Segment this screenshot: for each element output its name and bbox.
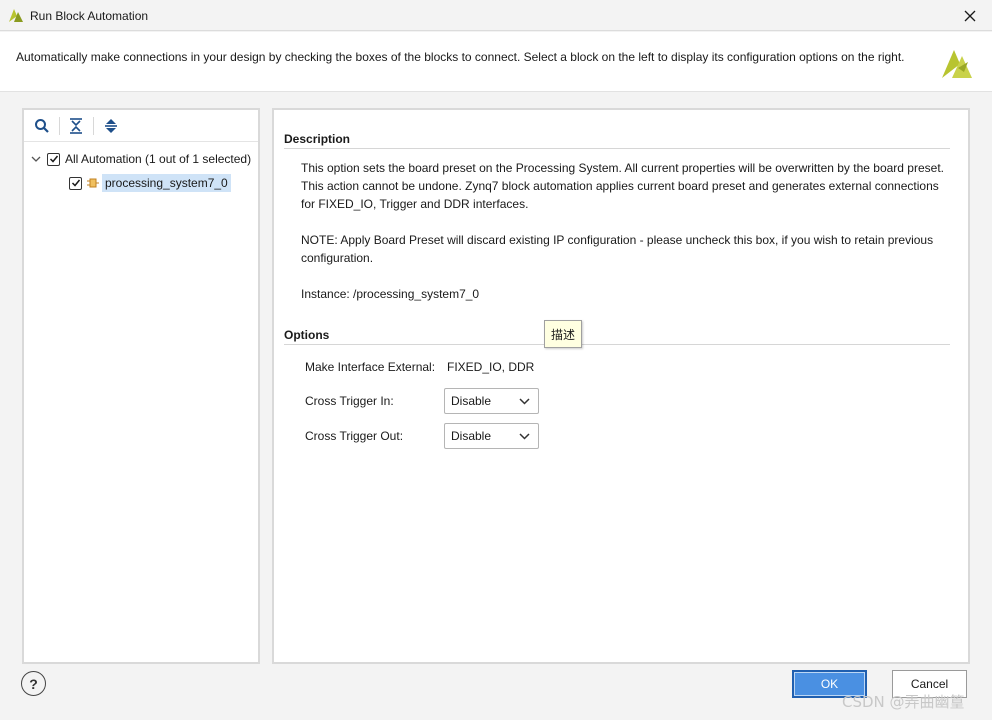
- collapse-all-button[interactable]: [66, 116, 86, 136]
- chevron-down-icon: [519, 433, 530, 440]
- dialog-footer: ? OK Cancel CSDN @弄曲幽篁: [0, 670, 992, 720]
- search-icon: [35, 119, 49, 133]
- chevron-down-icon[interactable]: [30, 153, 42, 165]
- expand-all-button[interactable]: [101, 116, 121, 136]
- close-button[interactable]: [948, 0, 992, 31]
- expand-all-icon: [105, 119, 117, 133]
- instructions-text: Automatically make connections in your d…: [16, 50, 905, 64]
- xilinx-logo-icon: [940, 46, 974, 80]
- cross-trigger-in-select[interactable]: Disable: [444, 388, 539, 414]
- watermark-text: CSDN @弄曲幽篁: [842, 693, 965, 711]
- make-interface-external-label: Make Interface External:: [305, 360, 436, 374]
- toolbar-divider: [59, 117, 60, 135]
- section-divider: [284, 344, 950, 345]
- close-icon: [964, 10, 976, 21]
- section-divider: [284, 148, 950, 149]
- processing-system-label[interactable]: processing_system7_0: [102, 174, 231, 192]
- search-button[interactable]: [32, 116, 52, 136]
- tree-toolbar: [24, 110, 258, 142]
- tooltip: 描述: [544, 320, 583, 348]
- tree-item-processing-system[interactable]: processing_system7_0: [69, 172, 231, 194]
- help-button[interactable]: ?: [21, 671, 46, 696]
- content-area: All Automation (1 out of 1 selected) pro…: [0, 93, 992, 673]
- toolbar-divider: [93, 117, 94, 135]
- header-area: Automatically make connections in your d…: [0, 32, 992, 92]
- app-logo-icon: [8, 7, 24, 23]
- all-automation-checkbox[interactable]: [47, 152, 60, 166]
- cross-trigger-in-label: Cross Trigger In:: [305, 394, 394, 408]
- cross-trigger-out-value: Disable: [451, 429, 492, 443]
- tree-item-all-automation[interactable]: All Automation (1 out of 1 selected): [30, 148, 251, 170]
- tooltip-text: 描述: [551, 327, 576, 342]
- checkmark-icon: [49, 155, 58, 163]
- title-bar: Run Block Automation: [0, 0, 992, 31]
- window-title: Run Block Automation: [30, 9, 149, 23]
- description-section-title: Description: [284, 132, 351, 146]
- cross-trigger-in-value: Disable: [451, 394, 492, 408]
- checkmark-icon: [71, 179, 80, 187]
- options-section-title: Options: [284, 328, 330, 342]
- instance-path: Instance: /processing_system7_0: [301, 287, 480, 301]
- ip-block-icon: [87, 178, 99, 188]
- all-automation-label: All Automation (1 out of 1 selected): [65, 152, 252, 166]
- make-interface-external-value: FIXED_IO, DDR: [447, 360, 535, 374]
- chevron-down-icon: [519, 398, 530, 405]
- cross-trigger-out-select[interactable]: Disable: [444, 423, 539, 449]
- automation-tree-panel: All Automation (1 out of 1 selected) pro…: [22, 108, 260, 664]
- processing-system-checkbox[interactable]: [69, 176, 82, 190]
- cross-trigger-out-label: Cross Trigger Out:: [305, 429, 404, 443]
- collapse-all-icon: [70, 118, 82, 134]
- help-icon: ?: [29, 675, 38, 692]
- description-note: NOTE: Apply Board Preset will discard ex…: [301, 233, 934, 265]
- configuration-panel: Description This option sets the board p…: [272, 108, 970, 664]
- description-paragraph: This option sets the board preset on the…: [301, 161, 944, 211]
